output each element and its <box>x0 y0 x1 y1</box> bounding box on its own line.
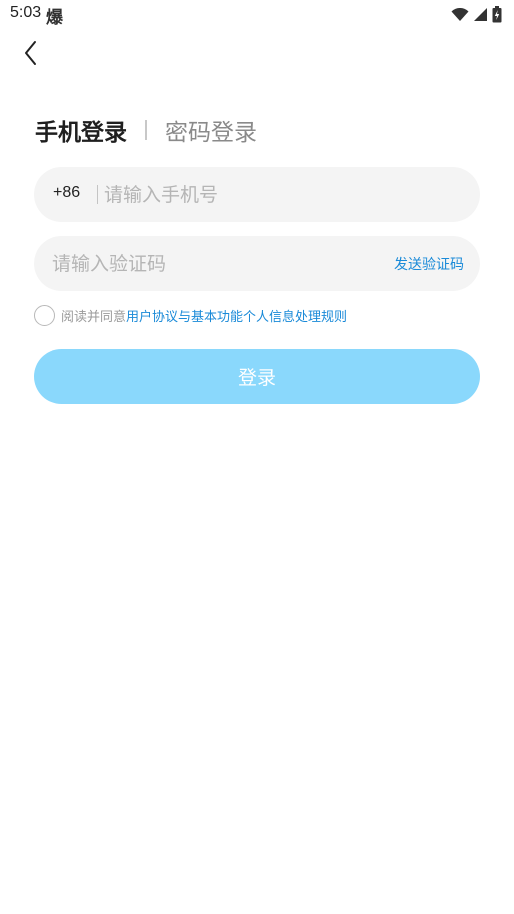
tab-divider <box>145 120 147 140</box>
agree-checkbox[interactable] <box>34 305 55 326</box>
chevron-left-icon <box>25 41 36 65</box>
tab-sms-login[interactable]: 手机登录 <box>35 113 127 147</box>
login-button[interactable]: 登录 <box>34 349 480 404</box>
notification-app-icon: 爆 <box>46 8 63 28</box>
status-time: 5:03 <box>10 4 42 21</box>
tab-password-login[interactable]: 密码登录 <box>165 113 257 147</box>
phone-input[interactable] <box>104 167 464 222</box>
signal-icon <box>474 8 487 21</box>
login-tabs: 手机登录 密码登录 <box>35 112 257 148</box>
country-code-divider <box>97 185 98 204</box>
agreement-prefix: 阅读并同意 <box>61 310 127 325</box>
battery-charging-icon <box>492 6 502 23</box>
agreement-row: 阅读并同意 用户协议 与 基本功能个人信息处理规则 <box>34 305 347 326</box>
status-bar: 5:03 爆 <box>0 0 514 28</box>
back-button[interactable] <box>18 38 48 68</box>
privacy-rules-link[interactable]: 基本功能个人信息处理规则 <box>191 306 347 325</box>
verification-code-input[interactable] <box>52 236 352 291</box>
phone-field: +86 <box>34 167 480 222</box>
verification-code-field: 发送验证码 <box>34 236 480 291</box>
status-icons <box>451 6 502 23</box>
wifi-icon <box>451 7 469 21</box>
agreement-conjunction: 与 <box>178 310 192 325</box>
user-agreement-link[interactable]: 用户协议 <box>126 306 178 325</box>
country-code[interactable]: +86 <box>53 184 80 202</box>
send-code-button[interactable]: 发送验证码 <box>394 254 464 274</box>
